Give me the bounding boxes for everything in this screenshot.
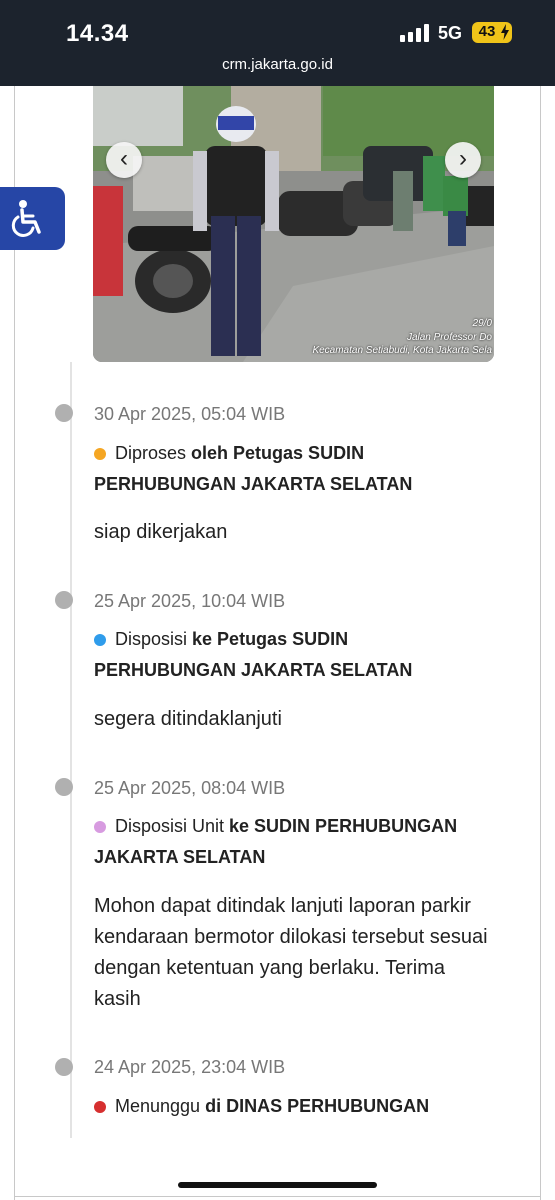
parking-scene-image [93, 86, 494, 362]
timeline-note: Mohon dapat ditindak lanjuti laporan par… [94, 895, 488, 1010]
charging-bolt-icon [501, 24, 509, 40]
status-dot [94, 820, 106, 833]
content-border-left [14, 86, 15, 1200]
status-label: Menunggu [115, 1096, 206, 1116]
wheelchair-icon [11, 200, 41, 237]
timeline-status: Disposisi Unit ke SUDIN PERHUBUNGAN JAKA… [94, 811, 494, 873]
photo-stamp-area: Kecamatan Setiabudi, Kota Jakarta Sela [312, 345, 492, 356]
photo-stamp-street: Jalan Professor Do [406, 332, 492, 343]
status-target: di DINAS PERHUBUNGAN [205, 1096, 430, 1116]
timeline-status: Disposisi ke Petugas SUDIN PERHUBUNGAN J… [94, 624, 494, 686]
timeline-note: segera ditindaklanjuti [94, 708, 282, 730]
status-label: Disposisi Unit [115, 816, 230, 836]
home-indicator[interactable] [178, 1182, 377, 1188]
report-photo: ‹ › 29/0 Jalan Professor Do Kecamatan Se… [93, 86, 494, 362]
status-time: 14.34 [66, 20, 129, 47]
battery-level: 43 [478, 23, 496, 40]
timeline-dot [55, 1058, 73, 1076]
status-label: Disposisi [115, 629, 193, 649]
status-dot [94, 447, 106, 460]
status-dot [94, 633, 106, 646]
url-bar[interactable]: crm.jakarta.go.id [0, 56, 555, 73]
status-dot [94, 1100, 106, 1113]
timeline-dot [55, 591, 73, 609]
timeline-dot [55, 778, 73, 796]
content-border-bottom [14, 1196, 541, 1197]
battery-icon: 43 [472, 22, 512, 43]
timeline-status: Menunggu di DINAS PERHUBUNGAN [94, 1091, 494, 1122]
status-label: Diproses [115, 443, 192, 463]
carousel-next-button[interactable]: › [445, 142, 481, 178]
timeline-time: 30 Apr 2025, 05:04 WIB [94, 404, 286, 424]
timeline-time: 25 Apr 2025, 08:04 WIB [94, 778, 286, 798]
accessibility-button[interactable] [0, 187, 65, 250]
network-type: 5G [438, 23, 463, 43]
content-border-right [540, 86, 541, 1200]
photo-stamp-date: 29/0 [472, 318, 492, 329]
signal-icon [400, 24, 430, 42]
timeline-note: siap dikerjakan [94, 521, 228, 543]
timeline-dot [55, 404, 73, 422]
timeline-time: 24 Apr 2025, 23:04 WIB [94, 1057, 286, 1077]
timeline-time: 25 Apr 2025, 10:04 WIB [94, 591, 286, 611]
timeline-status: Diproses oleh Petugas SUDIN PERHUBUNGAN … [94, 438, 494, 500]
browser-top-bar: 14.34 5G 43 crm.jakarta.go.id [0, 0, 555, 86]
carousel-prev-button[interactable]: ‹ [106, 142, 142, 178]
timeline-line [70, 362, 72, 1138]
